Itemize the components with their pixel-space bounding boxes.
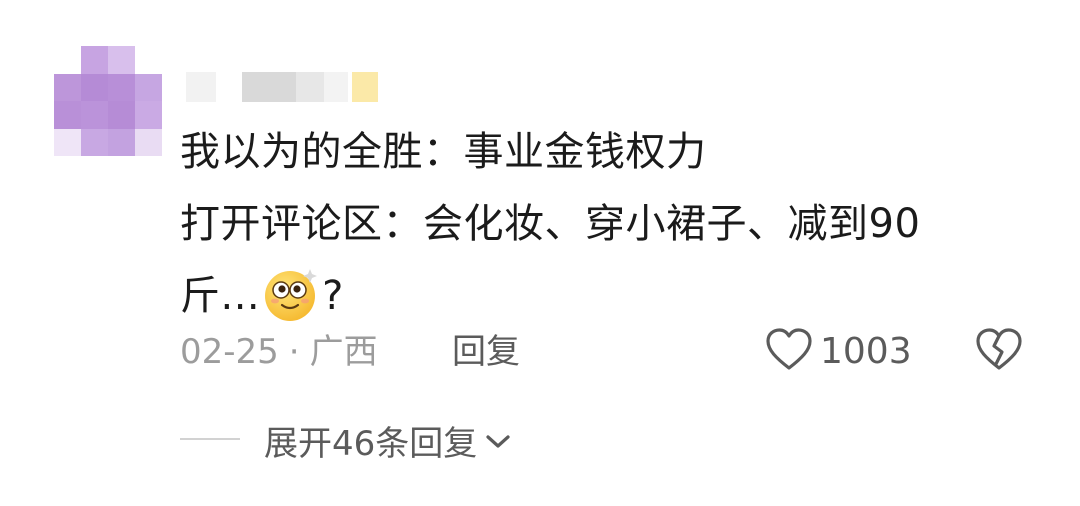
comment-line: 打开评论区：会化妆、穿小裙子、减到90 — [180, 201, 921, 247]
expand-replies-button[interactable]: 展开46条回复 — [264, 416, 511, 464]
expand-divider — [180, 438, 240, 440]
meta-separator: · — [288, 332, 300, 372]
like-button[interactable]: 1003 — [764, 328, 912, 374]
username-redacted[interactable] — [186, 72, 386, 102]
heart-outline-icon — [764, 326, 814, 376]
comment-location: 广西 — [309, 332, 378, 372]
broken-heart-icon — [974, 326, 1024, 376]
comment-date: 02-25 — [180, 332, 279, 372]
dislike-button[interactable] — [974, 328, 1024, 374]
comment-trailing-mark: ? — [322, 273, 344, 319]
comment-line-last: 斤... ? — [180, 260, 1040, 332]
comment-line: 我以为的全胜：事业金钱权力 — [180, 129, 707, 175]
avatar[interactable] — [54, 46, 162, 156]
comment-text: 我以为的全胜：事业金钱权力 打开评论区：会化妆、穿小裙子、减到90 斤... ? — [180, 116, 1040, 332]
expand-replies-label: 展开46条回复 — [264, 423, 478, 464]
chevron-down-icon — [477, 420, 511, 460]
like-count: 1003 — [820, 330, 912, 372]
reply-button[interactable]: 回复 — [452, 330, 520, 374]
dizzy-eyes-emoji-icon — [262, 265, 320, 323]
comment-meta: 02-25 · 广西 — [180, 330, 378, 374]
comment-line: 斤... — [180, 273, 261, 319]
